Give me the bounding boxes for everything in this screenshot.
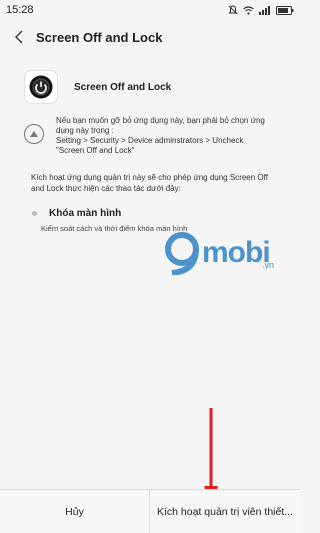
signal-icon [259, 5, 270, 15]
watermark-brand: mobi [202, 236, 271, 269]
mute-bell-icon [228, 5, 238, 15]
status-time: 15:28 [6, 4, 34, 16]
battery-icon [276, 5, 294, 15]
uninstall-notice: Nếu bạn muốn gỡ bỏ ứng dụng này, bạn phả… [24, 116, 284, 156]
watermark-tld: .vn [262, 260, 275, 270]
permission-title-row: Khóa màn hình [32, 208, 282, 219]
app-info: Screen Off and Lock [24, 70, 171, 104]
bottom-action-bar: Hủy Kích hoạt quản trị viên thiết... [0, 489, 300, 533]
bullet-icon [32, 211, 37, 216]
app-icon [24, 70, 58, 104]
permission-title: Khóa màn hình [49, 208, 122, 219]
wifi-icon [243, 5, 254, 15]
page-title: Screen Off and Lock [36, 29, 163, 45]
power-lock-icon [29, 75, 53, 99]
status-icons [228, 5, 294, 15]
app-name: Screen Off and Lock [74, 81, 172, 93]
app-header: Screen Off and Lock [0, 20, 300, 54]
cancel-button[interactable]: Hủy [0, 490, 150, 533]
nine-logo-icon [165, 232, 199, 275]
back-button[interactable] [2, 20, 36, 54]
up-arrow-icon [24, 124, 44, 144]
activate-admin-button[interactable]: Kích hoạt quản trị viên thiết... [150, 490, 300, 533]
status-bar: 15:28 [0, 0, 300, 20]
uninstall-notice-text: Nếu bạn muốn gỡ bỏ ứng dụng này, bạn phả… [56, 116, 265, 155]
activate-description: Kích hoạt ứng dụng quản trị này sẽ cho p… [31, 173, 268, 193]
watermark-logo: mobi .vn [160, 228, 295, 278]
back-arrow-icon [15, 30, 23, 44]
